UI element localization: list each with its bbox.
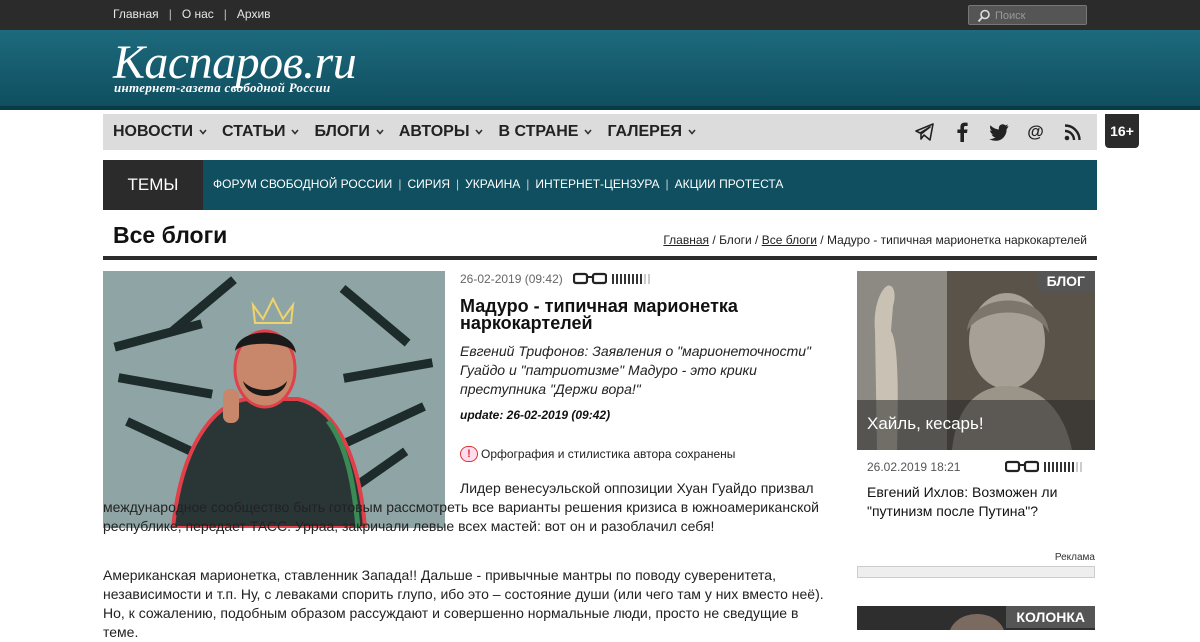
- chevron-down-icon: [291, 129, 300, 135]
- article-date: 26-02-2019 (09:42): [460, 272, 563, 286]
- breadcrumb-current: Мадуро - типичная марионетка наркокартел…: [826, 233, 1087, 247]
- nav-label: АВТОРЫ: [398, 123, 470, 140]
- top-link-about[interactable]: О нас: [182, 7, 214, 21]
- breadcrumb-home[interactable]: Главная: [663, 233, 709, 247]
- rating-bars-icon: [1044, 462, 1082, 472]
- chevron-down-icon: [584, 129, 593, 135]
- rss-icon[interactable]: [1062, 122, 1083, 142]
- blog-tag: БЛОГ: [1036, 271, 1095, 291]
- chevron-down-icon: [199, 129, 207, 135]
- breadcrumb-separator: /: [709, 233, 720, 247]
- age-rating-badge: 16+: [1105, 114, 1139, 148]
- main-nav: НОВОСТИ СТАТЬИ БЛОГИ АВТОРЫ В СТРАНЕ ГАЛ…: [103, 114, 1097, 150]
- twitter-icon[interactable]: [988, 122, 1009, 142]
- spelling-note: ! Орфография и стилистика автора сохране…: [460, 446, 735, 462]
- telegram-icon[interactable]: [914, 122, 935, 142]
- ad-label: Реклама: [1054, 552, 1095, 563]
- nav-item-authors[interactable]: АВТОРЫ: [399, 123, 485, 141]
- separator: |: [665, 177, 669, 191]
- glasses-icon: [572, 272, 607, 285]
- separator: |: [526, 177, 530, 191]
- at-sign-icon[interactable]: @: [1025, 122, 1046, 142]
- article-title[interactable]: Мадуро - типичная марионетка наркокартел…: [460, 297, 820, 332]
- nav-item-country[interactable]: В СТРАНЕ: [498, 123, 593, 141]
- nav-label: ГАЛЕРЕЯ: [607, 123, 683, 140]
- page-title: Все блоги: [113, 222, 228, 248]
- nav-item-gallery[interactable]: ГАЛЕРЕЯ: [607, 123, 697, 141]
- article-update: update: 26-02-2019 (09:42): [460, 408, 611, 422]
- ad-slot[interactable]: [857, 566, 1095, 578]
- nav-label: БЛОГИ: [314, 123, 370, 140]
- themes-bar: ТЕМЫ ФОРУМ СВОБОДНОЙ РОССИИ | СИРИЯ | УК…: [103, 160, 1097, 210]
- nav-label: СТАТЬИ: [222, 123, 286, 140]
- sidebar-blog-card[interactable]: БЛОГ Хайль, кесарь!: [857, 271, 1095, 450]
- nav-label: В СТРАНЕ: [498, 123, 579, 140]
- breadcrumb-separator: /: [816, 233, 827, 247]
- blog-card-caption: Хайль, кесарь!: [857, 400, 1095, 450]
- theme-link[interactable]: ИНТЕРНЕТ-ЦЕНЗУРА: [535, 177, 659, 191]
- separator: |: [398, 177, 402, 191]
- top-link-archive[interactable]: Архив: [237, 7, 271, 21]
- chevron-down-icon: [688, 129, 696, 135]
- glasses-icon: [1005, 460, 1039, 473]
- article-lead: Евгений Трифонов: Заявления о "марионето…: [460, 343, 811, 397]
- sidebar-column-card[interactable]: КОЛОНКА: [857, 606, 1095, 630]
- site-tagline: интернет-газета свободной России: [114, 80, 331, 95]
- breadcrumb: Главная / Блоги / Все блоги / Мадуро - т…: [663, 233, 1087, 247]
- paragraph-text: Лидер венесуэльской оппозиции Хуан Гуайд…: [103, 480, 819, 534]
- separator: |: [223, 7, 227, 21]
- top-link-home[interactable]: Главная: [113, 7, 159, 21]
- separator: |: [456, 177, 460, 191]
- breadcrumb-blogs: Блоги: [719, 233, 752, 247]
- rating-bars-icon: [611, 274, 650, 284]
- article-paragraph: Американская марионетка, ставленник Запа…: [103, 567, 824, 640]
- article-meta: 26-02-2019 (09:42): [460, 272, 650, 286]
- article-paragraph: Лидер венесуэльской оппозиции Хуан Гуайд…: [103, 479, 833, 536]
- top-links: Главная | О нас | Архив: [113, 7, 271, 21]
- theme-link[interactable]: АКЦИИ ПРОТЕСТА: [675, 177, 784, 191]
- breadcrumb-separator: /: [751, 233, 762, 247]
- sidebar-card-meta: 26.02.2019 18:21: [867, 460, 1082, 474]
- nav-item-blogs[interactable]: БЛОГИ: [314, 123, 384, 141]
- page-header: Все блоги Главная / Блоги / Все блоги / …: [103, 218, 1097, 260]
- chevron-down-icon: [475, 129, 484, 135]
- nav-label: НОВОСТИ: [113, 123, 194, 140]
- separator: |: [168, 7, 172, 21]
- search-icon: [977, 9, 990, 23]
- search-box[interactable]: [968, 5, 1087, 25]
- masthead: Каспаров.ru интернет-газета свободной Ро…: [0, 30, 1200, 110]
- exclamation-icon: !: [460, 446, 478, 462]
- themes-label: ТЕМЫ: [103, 160, 203, 210]
- facebook-icon[interactable]: [951, 122, 972, 142]
- top-bar: Главная | О нас | Архив: [0, 0, 1200, 30]
- sidebar-card-date: 26.02.2019 18:21: [867, 460, 961, 474]
- column-tag: КОЛОНКА: [1006, 606, 1095, 628]
- nav-item-news[interactable]: НОВОСТИ: [113, 123, 208, 141]
- themes-links: ФОРУМ СВОБОДНОЙ РОССИИ | СИРИЯ | УКРАИНА…: [213, 177, 783, 191]
- search-input[interactable]: [995, 8, 1083, 23]
- theme-link[interactable]: ФОРУМ СВОБОДНОЙ РОССИИ: [213, 177, 392, 191]
- breadcrumb-all-blogs[interactable]: Все блоги: [762, 233, 817, 247]
- spelling-note-text: Орфография и стилистика автора сохранены: [481, 447, 736, 461]
- theme-link[interactable]: УКРАИНА: [465, 177, 520, 191]
- social-links: @: [914, 122, 1083, 142]
- chevron-down-icon: [376, 129, 384, 135]
- nav-item-articles[interactable]: СТАТЬИ: [222, 123, 300, 141]
- theme-link[interactable]: СИРИЯ: [407, 177, 450, 191]
- sidebar-card-title[interactable]: Евгений Ихлов: Возможен ли "путинизм пос…: [867, 483, 1087, 521]
